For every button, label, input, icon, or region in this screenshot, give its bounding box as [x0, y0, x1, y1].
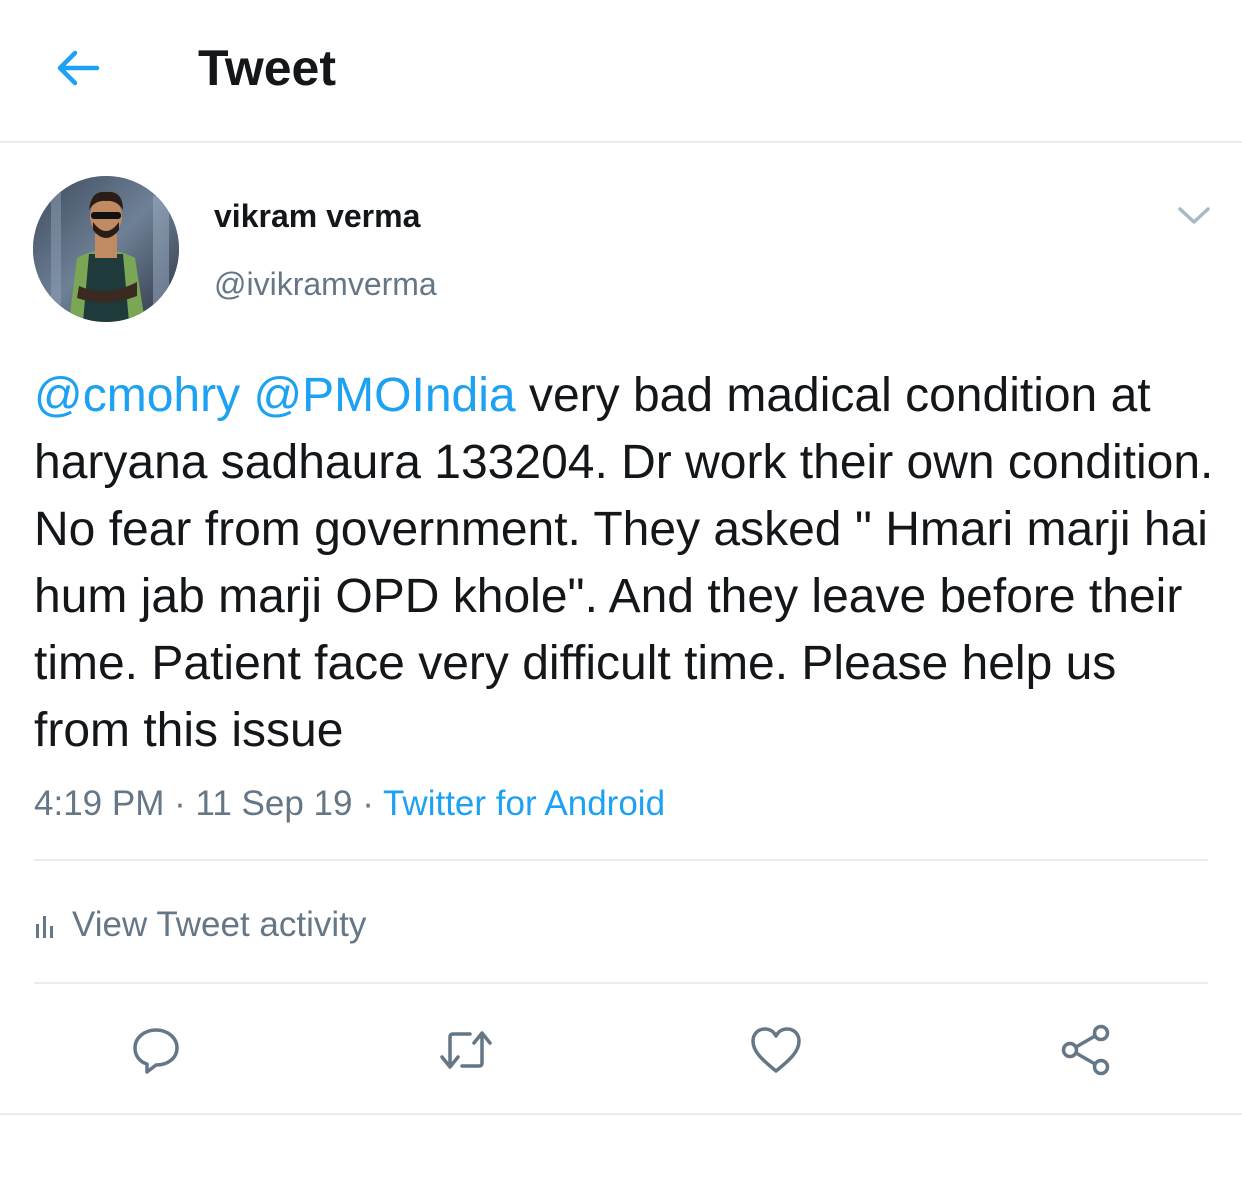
tweet-text: @cmohry @PMOIndia very bad madical condi…: [34, 362, 1224, 764]
author-handle[interactable]: @ivikramverma: [214, 264, 437, 304]
user-avatar-photo: [33, 176, 179, 322]
view-tweet-activity-button[interactable]: View Tweet activity: [34, 900, 366, 950]
back-button[interactable]: [46, 40, 108, 96]
mention-link[interactable]: @PMOIndia: [253, 369, 515, 422]
top-bar: Tweet: [0, 0, 1242, 143]
reply-icon: [133, 1028, 179, 1074]
view-tweet-activity-label: View Tweet activity: [72, 905, 367, 944]
bar-chart-icon: [36, 916, 53, 938]
tweet-meta: 4:19 PM · 11 Sep 19 · Twitter for Androi…: [34, 782, 665, 826]
tweet-time: 4:19 PM: [34, 784, 165, 823]
share-button[interactable]: [1056, 1022, 1116, 1078]
divider: [34, 982, 1208, 984]
tweet-source-link[interactable]: Twitter for Android: [383, 784, 665, 823]
divider: [34, 859, 1208, 861]
heart-icon: [751, 1027, 801, 1073]
chevron-down-icon: [1178, 207, 1210, 224]
divider: [0, 1113, 1242, 1115]
author-display-name[interactable]: vikram verma: [214, 196, 420, 236]
tweet-body: very bad madical condition at haryana sa…: [34, 369, 1214, 757]
avatar[interactable]: [33, 176, 179, 322]
mention-link[interactable]: @cmohry: [34, 369, 240, 422]
meta-separator: ·: [362, 784, 374, 823]
arrow-left-icon: [57, 50, 100, 86]
share-icon: [1061, 1024, 1110, 1076]
meta-separator: ·: [174, 784, 186, 823]
reply-button[interactable]: [126, 1022, 186, 1078]
retweet-icon: [440, 1031, 492, 1069]
like-button[interactable]: [746, 1022, 806, 1078]
tweet-date: 11 Sep 19: [195, 784, 353, 823]
tweet-options-button[interactable]: [1174, 198, 1214, 234]
page-title: Tweet: [198, 40, 336, 96]
retweet-button[interactable]: [436, 1022, 496, 1078]
